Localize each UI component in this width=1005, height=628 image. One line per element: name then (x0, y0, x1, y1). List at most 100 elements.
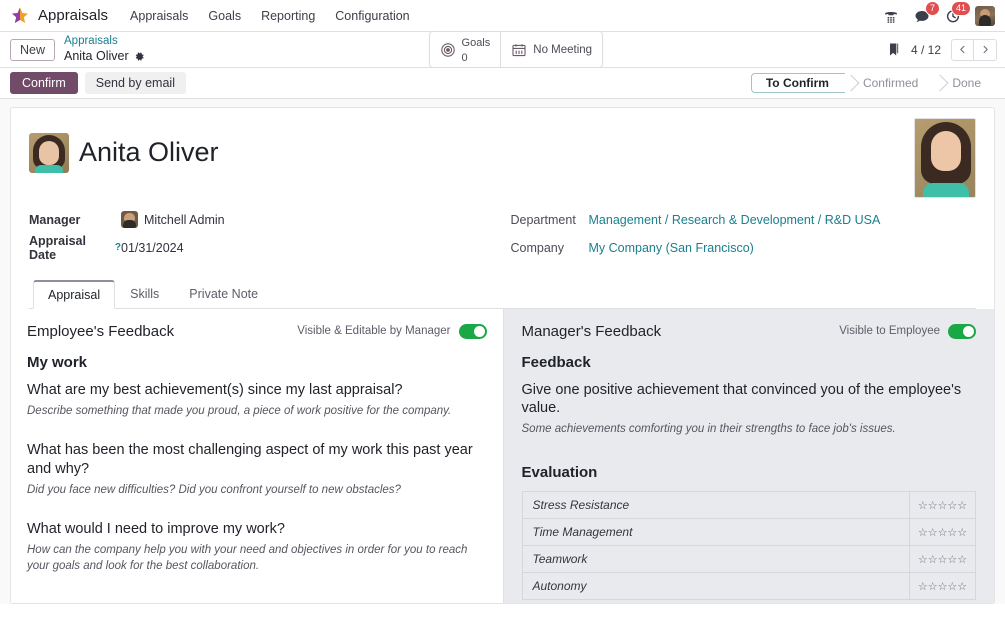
notebook-tabs: Appraisal Skills Private Note (29, 280, 976, 309)
control-panel: New Appraisals Anita Oliver Goals 0 (0, 32, 1005, 68)
form-column-left: Manager Mitchell Admin Appraisal Date ? … (29, 206, 503, 262)
manager-feedback-toggle-label: Visible to Employee (839, 325, 940, 337)
field-manager-text: Mitchell Admin (144, 213, 225, 227)
messages-badge: 7 (925, 1, 940, 16)
employee-feedback-title: Employee's Feedback (27, 323, 174, 340)
app-name: Appraisals (38, 7, 108, 24)
chat-bubble-icon[interactable]: 7 (913, 7, 931, 25)
employee-feedback-panel: Employee's Feedback Visible & Editable b… (11, 309, 503, 604)
top-navbar: Appraisals Appraisals Goals Reporting Co… (0, 0, 1005, 32)
field-appraisal-date-label-text: Appraisal Date (29, 234, 112, 262)
status-bar: To Confirm Confirmed Done (751, 73, 997, 93)
navbar-systray: 7 41 (882, 6, 997, 26)
pager-zone: 4 / 12 (887, 39, 997, 61)
smart-button-goals-value: 0 (462, 52, 468, 64)
employee-photo[interactable] (914, 118, 976, 198)
record-title-row: Anita Oliver (29, 120, 976, 186)
form-sheet-inner: Anita Oliver Manager Mitchell Admin Appr (11, 108, 994, 309)
manager-avatar (121, 211, 138, 228)
employee-avatar (29, 133, 69, 173)
smart-button-meeting[interactable]: No Meeting (500, 32, 602, 68)
employee-question-3: What would I need to improve my work? (27, 520, 487, 538)
evaluation-criterion: Teamwork (522, 545, 910, 572)
star-rating-teamwork: ☆☆☆☆☆ (918, 554, 967, 566)
table-row: Stress Resistance ☆☆☆☆☆ (522, 491, 976, 518)
employee-feedback-toggle[interactable] (459, 324, 487, 339)
gear-icon[interactable] (134, 51, 145, 62)
field-manager-value[interactable]: Mitchell Admin (121, 211, 225, 228)
form-fields: Manager Mitchell Admin Appraisal Date ? … (29, 206, 976, 262)
smart-button-meeting-label: No Meeting (533, 44, 592, 56)
field-company-value[interactable]: My Company (San Francisco) (589, 241, 754, 255)
smart-button-goals-label: Goals (462, 37, 491, 49)
field-department-value[interactable]: Management / Research & Development / R&… (589, 213, 881, 227)
pager-count[interactable]: 4 / 12 (911, 43, 941, 57)
form-sheet: Anita Oliver Manager Mitchell Admin Appr (10, 107, 995, 604)
manager-feedback-visibility: Visible to Employee (839, 324, 976, 339)
breadcrumb-parent[interactable]: Appraisals (64, 35, 145, 49)
nav-menu: Appraisals Goals Reporting Configuration (130, 9, 410, 23)
form-column-right: Department Management / Research & Devel… (503, 206, 977, 262)
field-department-label: Department (511, 213, 589, 227)
chevron-left-icon[interactable] (951, 39, 974, 61)
evaluation-stars[interactable]: ☆☆☆☆☆ (910, 572, 976, 599)
field-company: Company My Company (San Francisco) (511, 234, 977, 262)
odoo-star-logo[interactable] (10, 6, 30, 26)
evaluation-table-body: Stress Resistance ☆☆☆☆☆ Time Management … (522, 491, 976, 599)
feedback-heading: Feedback (522, 354, 977, 371)
nav-item-configuration[interactable]: Configuration (335, 9, 409, 23)
field-appraisal-date-value[interactable]: 01/31/2024 (121, 241, 184, 255)
evaluation-criterion: Stress Resistance (522, 491, 910, 518)
employee-question-1: What are my best achievement(s) since my… (27, 381, 487, 399)
evaluation-table: Stress Resistance ☆☆☆☆☆ Time Management … (522, 491, 977, 600)
employee-question-2: What has been the most challenging aspec… (27, 441, 487, 477)
confirm-button[interactable]: Confirm (10, 72, 78, 94)
stage-to-confirm[interactable]: To Confirm (751, 73, 845, 93)
tab-private-note[interactable]: Private Note (174, 280, 273, 309)
breadcrumb: Appraisals Anita Oliver (64, 35, 145, 63)
breadcrumb-current: Anita Oliver (64, 49, 145, 64)
field-appraisal-date: Appraisal Date ? 01/31/2024 (29, 234, 503, 262)
employee-feedback-toggle-label: Visible & Editable by Manager (297, 325, 450, 337)
stage-confirmed[interactable]: Confirmed (845, 73, 934, 93)
nav-item-reporting[interactable]: Reporting (261, 9, 315, 23)
field-appraisal-date-label: Appraisal Date ? (29, 234, 121, 262)
employee-feedback-visibility: Visible & Editable by Manager (297, 324, 486, 339)
feedback-panels: Employee's Feedback Visible & Editable b… (11, 309, 994, 604)
manager-feedback-title: Manager's Feedback (522, 323, 662, 340)
star-rating-stress-resistance: ☆☆☆☆☆ (918, 500, 967, 512)
pager-buttons (951, 39, 997, 61)
manager-hint: Some achievements comforting you in thei… (522, 422, 977, 438)
evaluation-criterion: Time Management (522, 518, 910, 545)
clock-activity-icon[interactable]: 41 (944, 7, 962, 25)
tab-skills[interactable]: Skills (115, 280, 174, 309)
star-rating-time-management: ☆☆☆☆☆ (918, 527, 967, 539)
table-row: Time Management ☆☆☆☆☆ (522, 518, 976, 545)
evaluation-heading: Evaluation (522, 464, 977, 481)
employee-hint-3: How can the company help you with your n… (27, 543, 487, 574)
tab-appraisal[interactable]: Appraisal (33, 280, 115, 309)
activities-badge: 41 (951, 1, 971, 16)
manager-feedback-toggle[interactable] (948, 324, 976, 339)
field-manager: Manager Mitchell Admin (29, 206, 503, 234)
my-work-heading: My work (27, 354, 487, 371)
employee-hint-1: Describe something that made you proud, … (27, 404, 487, 420)
page-title: Anita Oliver (79, 138, 219, 168)
bookmark-flag-icon[interactable] (887, 42, 901, 57)
phone-dialpad-icon[interactable] (882, 7, 900, 25)
evaluation-criterion: Autonomy (522, 572, 910, 599)
evaluation-stars[interactable]: ☆☆☆☆☆ (910, 518, 976, 545)
send-by-email-button[interactable]: Send by email (85, 72, 186, 94)
employee-hint-2: Did you face new difficulties? Did you c… (27, 483, 487, 499)
evaluation-stars[interactable]: ☆☆☆☆☆ (910, 545, 976, 572)
manager-feedback-panel: Manager's Feedback Visible to Employee F… (503, 309, 995, 604)
nav-item-appraisals[interactable]: Appraisals (130, 9, 188, 23)
evaluation-stars[interactable]: ☆☆☆☆☆ (910, 491, 976, 518)
new-button[interactable]: New (10, 39, 55, 61)
chevron-right-icon[interactable] (974, 39, 997, 61)
form-sheet-wrapper: Anita Oliver Manager Mitchell Admin Appr (0, 99, 1005, 604)
avatar[interactable] (975, 6, 995, 26)
smart-button-goals[interactable]: Goals 0 (430, 32, 501, 68)
stage-done[interactable]: Done (934, 73, 997, 93)
nav-item-goals[interactable]: Goals (208, 9, 241, 23)
